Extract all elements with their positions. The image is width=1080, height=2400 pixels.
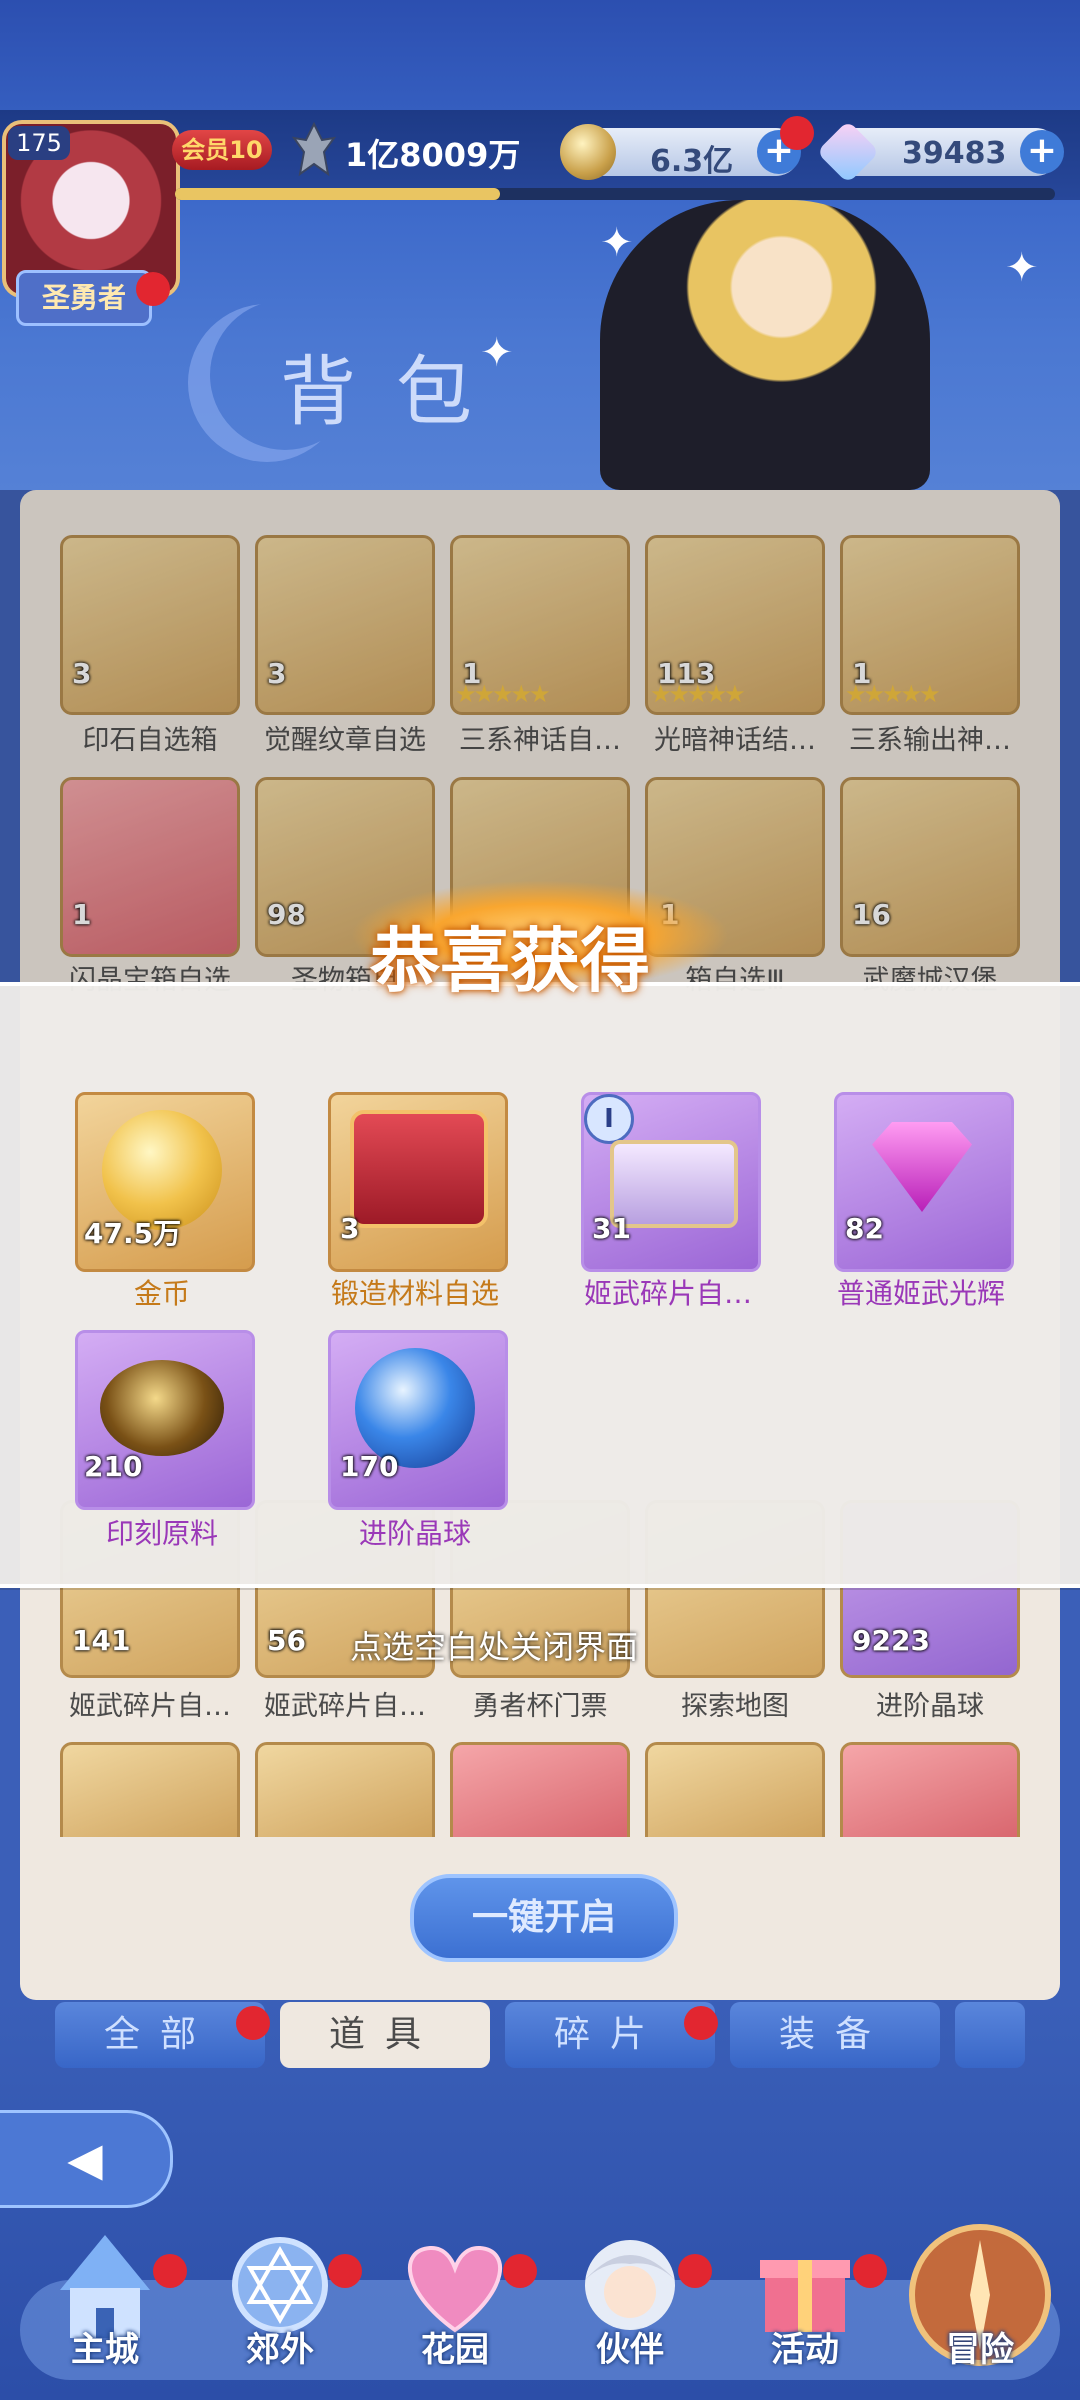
reward-label: 普通姬武光辉 [836, 1277, 1005, 1310]
item-label: 姬武碎片自… [69, 1691, 231, 1722]
sparkle-icon: ✦ [480, 330, 514, 376]
close-hint: 点选空白处关闭界面 [350, 1628, 639, 1666]
item-count: 9223 [852, 1624, 930, 1657]
red-dot-icon [853, 2254, 887, 2288]
tab-more[interactable] [955, 2002, 1025, 2068]
player-level: 175 [8, 126, 70, 160]
nav-label: 活动 [771, 2330, 839, 2370]
chest-icon [350, 1110, 488, 1228]
reward-count: 31 [592, 1212, 631, 1245]
vip-badge[interactable]: 会员10 [172, 130, 272, 170]
ore-icon [100, 1360, 224, 1456]
item-label: 探索地图 [681, 1691, 789, 1722]
reward-count: 82 [845, 1212, 884, 1245]
page-title: 背包 [280, 347, 512, 436]
reward-label: 印刻原料 [105, 1517, 218, 1550]
inventory-item[interactable] [255, 1742, 435, 1837]
item-label: 姬武碎片自… [264, 1691, 426, 1722]
reward-label: 姬武碎片自… [583, 1277, 752, 1310]
reward-count: 47.5万 [84, 1217, 182, 1250]
character-illustration [600, 200, 930, 490]
exp-bar-fill [175, 188, 500, 200]
red-dot-icon [780, 116, 814, 150]
tab-fragments[interactable]: 碎片 [505, 2002, 715, 2068]
sparkle-icon: ✦ [1005, 245, 1039, 291]
red-dot-icon [678, 2254, 712, 2288]
reward-label: 金币 [133, 1277, 190, 1310]
nav-label: 主城 [71, 2330, 139, 2370]
reward-count: 210 [84, 1450, 143, 1483]
red-dot-icon [503, 2254, 537, 2288]
add-diamond-button[interactable]: + [1020, 130, 1064, 174]
item-count: 141 [72, 1624, 131, 1657]
power-icon [292, 122, 336, 177]
tab-equipment[interactable]: 装备 [730, 2002, 940, 2068]
title-badge[interactable]: 圣勇者 [16, 270, 152, 326]
gold-coin-icon [560, 124, 616, 180]
gold-amount: 6.3亿 [650, 144, 734, 179]
red-dot-icon [153, 2254, 187, 2288]
reward-count: 3 [340, 1212, 360, 1245]
item-label: 勇者杯门票 [472, 1691, 608, 1722]
reward-label: 锻造材料自选 [330, 1277, 499, 1310]
nav-label: 伙伴 [596, 2330, 664, 2370]
red-dot-icon [328, 2254, 362, 2288]
inventory-item[interactable] [60, 1742, 240, 1837]
reward-title: 恭喜获得 [370, 919, 650, 1002]
item-count: 56 [267, 1624, 306, 1657]
inventory-item[interactable] [840, 1742, 1020, 1837]
reward-label: 进阶晶球 [358, 1517, 471, 1550]
tab-items[interactable]: 道具 [280, 2002, 490, 2068]
one-key-open-button[interactable]: 一键开启 [410, 1874, 678, 1962]
inventory-item[interactable] [450, 1742, 630, 1837]
red-dot-icon [136, 272, 170, 306]
nav-label: 花园 [421, 2330, 489, 2370]
nav-label: 郊外 [246, 2330, 314, 2370]
tab-all[interactable]: 全部 [55, 2002, 265, 2068]
reward-count: 170 [340, 1450, 399, 1483]
back-button[interactable]: ◀ [0, 2110, 173, 2208]
item-label: 进阶晶球 [876, 1691, 984, 1722]
red-dot-icon [236, 2006, 270, 2040]
tier-badge-icon: I [584, 1094, 634, 1144]
combat-power: 1亿8009万 [345, 136, 521, 174]
inventory-item[interactable] [645, 1742, 825, 1837]
diamond-amount: 39483 [902, 136, 1007, 171]
red-dot-icon [684, 2006, 718, 2040]
nav-label: 冒险 [946, 2330, 1014, 2370]
